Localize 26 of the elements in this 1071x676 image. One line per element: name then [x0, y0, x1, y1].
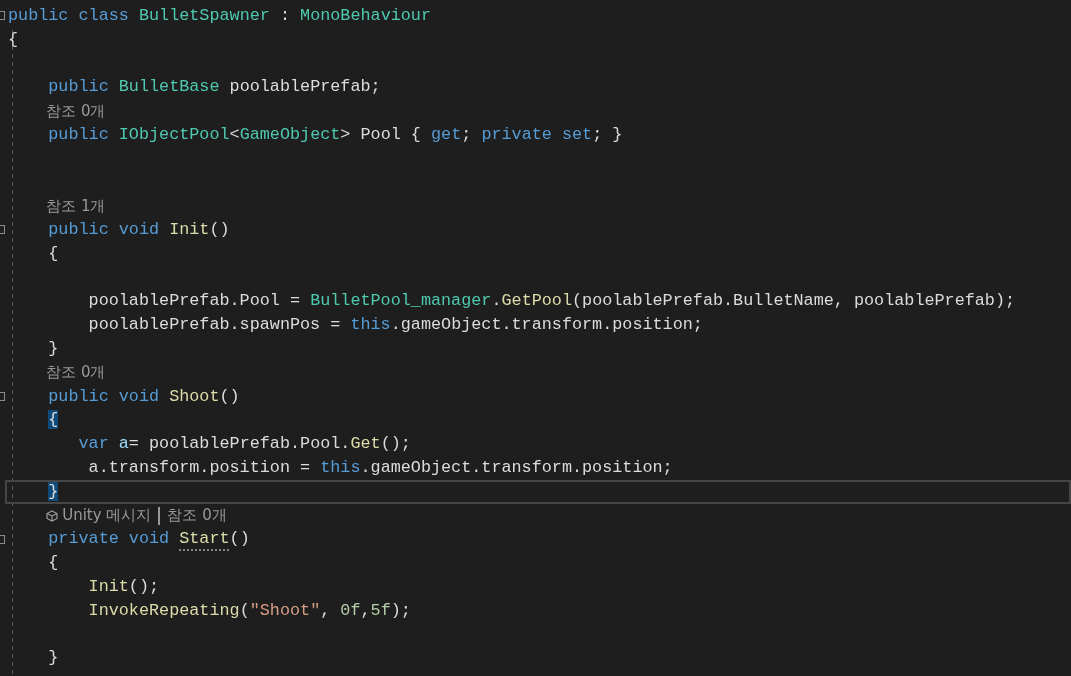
code-line: InvokeRepeating("Shoot", 0f,5f);	[88, 599, 411, 622]
fold-icon[interactable]	[0, 391, 5, 401]
fold-icon[interactable]	[0, 225, 5, 235]
code-line: Init();	[88, 576, 160, 598]
code-line: public void Shoot()	[48, 385, 240, 408]
code-line: var a= poolablePrefab.Pool.Get();	[78, 433, 411, 456]
fold-icon[interactable]	[0, 11, 5, 20]
code-line: public class BulletSpawner : MonoBehaviour	[8, 4, 431, 27]
code-lens-link[interactable]: Unity 메시지	[62, 506, 152, 526]
code-line: poolablePrefab.spawnPos = this.gameObject.transform.position;	[88, 314, 703, 337]
code-line: {	[8, 28, 19, 51]
code-line: a.transform.position = this.gameObject.transform.position;	[88, 457, 673, 480]
code-lens-link[interactable]: 참조 1개	[46, 196, 106, 216]
code-line: {	[48, 552, 59, 575]
code-line: poolablePrefab.Pool = BulletPool_manager.GetPool(poolablePrefab.BulletName, poolablePrefab);	[88, 290, 1016, 313]
code-line: }	[48, 338, 59, 361]
code-line: {	[48, 242, 59, 265]
code-lens-link[interactable]: 참조 0개	[46, 363, 106, 383]
code-line: public IObjectPool<GameObject> Pool { get; private set; }	[48, 123, 623, 146]
code-line: }	[48, 647, 59, 670]
code-line: public void Init()	[48, 219, 230, 242]
code-line: private void Start()	[48, 528, 250, 551]
code-line: public BulletBase poolablePrefab;	[48, 76, 381, 99]
code-lens-link[interactable]: 참조 0개	[167, 506, 227, 526]
code-lens-link[interactable]: 참조 0개	[46, 101, 106, 121]
fold-icon[interactable]	[0, 534, 5, 544]
